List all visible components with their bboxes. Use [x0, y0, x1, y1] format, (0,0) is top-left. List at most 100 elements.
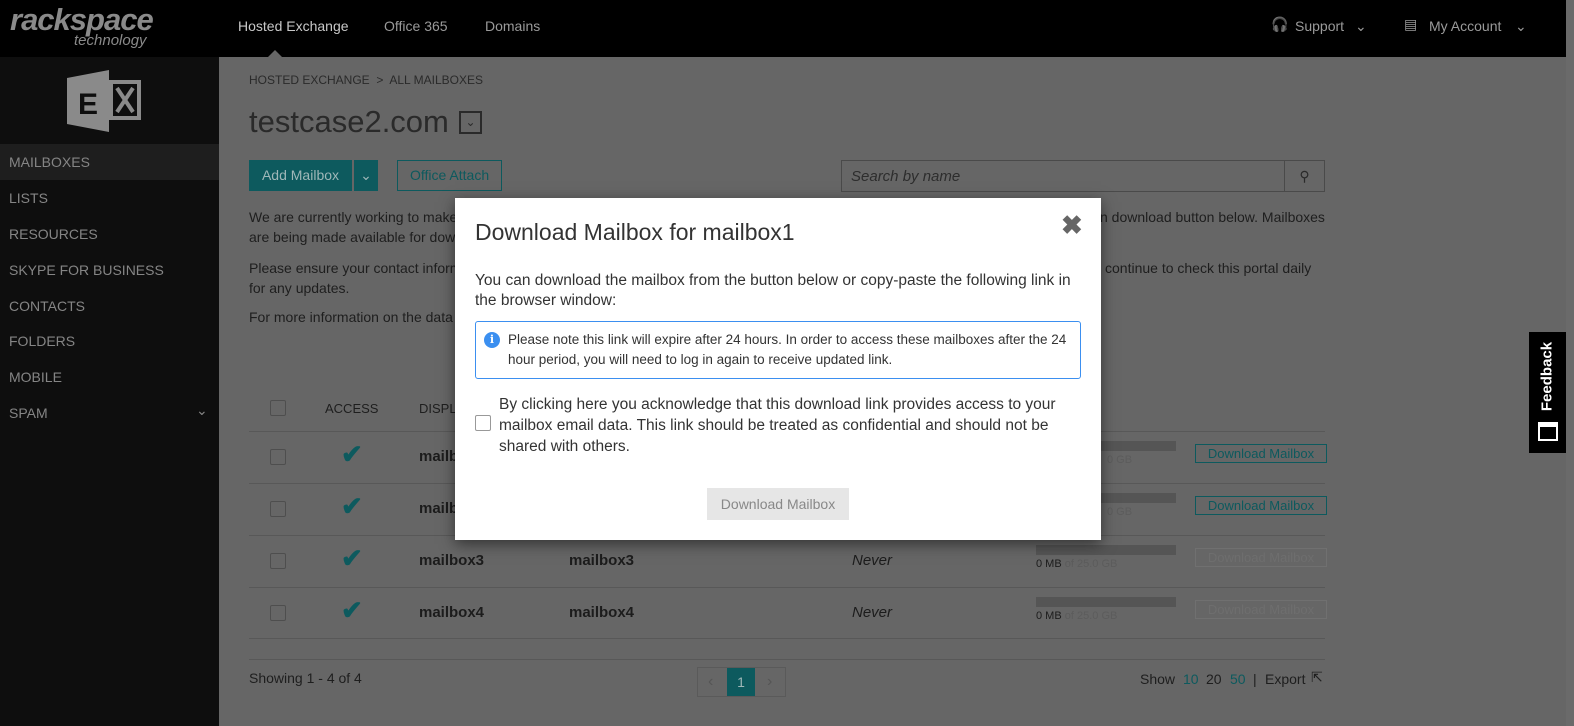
row-divider: [249, 587, 1325, 588]
usage-text: 0 MB of 25.0 GB: [1036, 558, 1117, 570]
next-page-icon[interactable]: ›: [767, 673, 772, 691]
show-label: Show: [1140, 671, 1176, 687]
add-mailbox-dropdown[interactable]: ⌄: [354, 160, 378, 191]
page-1[interactable]: 1: [727, 668, 755, 696]
last-login: Never: [852, 552, 893, 569]
close-icon[interactable]: ✖: [1061, 210, 1083, 241]
logo-sub: technology: [74, 32, 147, 49]
page-title: testcase2.com: [249, 104, 449, 139]
account-menu[interactable]: My Account: [1429, 18, 1501, 34]
sidebar-item-lists[interactable]: LISTS: [0, 180, 219, 216]
office-attach-button[interactable]: Office Attach: [397, 160, 503, 191]
modal-title: Download Mailbox for mailbox1: [475, 219, 795, 245]
row-checkbox[interactable]: [270, 449, 286, 465]
feedback-label: Feedback: [1538, 341, 1556, 412]
row-checkbox[interactable]: [270, 553, 286, 569]
mailbox-name[interactable]: mailbox4: [419, 604, 484, 621]
page-size-50[interactable]: 50: [1230, 671, 1246, 687]
export-icon[interactable]: ⇱: [1311, 669, 1323, 686]
feedback-icon: [1538, 422, 1558, 441]
usage-used: 0 MB: [1036, 610, 1062, 622]
divider: [249, 659, 1325, 660]
sidebar-item-mailboxes[interactable]: MAILBOXES: [0, 144, 219, 180]
check-icon: ✔: [341, 439, 363, 469]
column-header-access[interactable]: ACCESS: [325, 401, 378, 416]
pagination: ‹ 1 ›: [697, 667, 786, 697]
usage-quota: of 25.0 GB: [1061, 610, 1118, 622]
usage-text: 0 GB: [1107, 454, 1132, 466]
download-mailbox-row-button[interactable]: Download Mailbox: [1195, 600, 1327, 619]
svg-text:E: E: [78, 88, 98, 121]
search-icon[interactable]: ⚲: [1284, 161, 1324, 191]
check-icon: ✔: [341, 491, 363, 521]
nav-domains[interactable]: Domains: [485, 18, 540, 34]
download-mailbox-row-button[interactable]: Download Mailbox: [1195, 496, 1327, 515]
notice-text: We are currently working to make: [249, 209, 458, 225]
mailbox-name[interactable]: mailbox3: [419, 552, 484, 569]
row-divider: [249, 638, 1325, 639]
acknowledge-label[interactable]: By clicking here you acknowledge that th…: [499, 394, 1089, 457]
display-name: mailbox3: [569, 552, 635, 569]
download-mailbox-row-button[interactable]: Download Mailbox: [1195, 548, 1327, 567]
notice-text: for any updates.: [249, 280, 350, 296]
sidebar-item-contacts[interactable]: CONTACTS: [0, 288, 219, 324]
usage-bar: [1036, 597, 1176, 607]
mailbox-name[interactable]: mailb: [419, 500, 458, 517]
info-icon: i: [484, 332, 500, 348]
showing-count: Showing 1 - 4 of 4: [249, 670, 362, 686]
nav-hosted-exchange[interactable]: Hosted Exchange: [238, 18, 349, 34]
nav-office-365[interactable]: Office 365: [384, 18, 448, 34]
check-icon: ✔: [341, 543, 363, 573]
notice-text: Please ensure your contact inform: [249, 260, 462, 276]
select-all-checkbox[interactable]: [270, 400, 286, 416]
page-size-20[interactable]: 20: [1206, 671, 1222, 687]
prev-page-icon[interactable]: ‹: [708, 673, 713, 691]
mailbox-name[interactable]: mailb: [419, 448, 458, 465]
row-checkbox[interactable]: [270, 605, 286, 621]
search-input[interactable]: Search by name ⚲: [841, 160, 1325, 192]
notice-text: continue to check this portal daily: [1105, 260, 1312, 276]
download-mailbox-modal: Download Mailbox for mailbox1 ✖ You can …: [455, 198, 1101, 540]
usage-bar: [1036, 545, 1176, 555]
usage-text: 0 MB of 25.0 GB: [1036, 610, 1117, 622]
scrollbar[interactable]: [1566, 0, 1574, 726]
support-menu[interactable]: Support: [1295, 18, 1344, 34]
feedback-tab[interactable]: Feedback: [1529, 332, 1566, 453]
notice-text: are being made available for dow: [249, 229, 456, 245]
exchange-logo-icon: E: [67, 70, 141, 132]
chevron-down-icon[interactable]: ⌄: [1355, 18, 1367, 35]
notice-text: For more information on the data: [249, 309, 453, 325]
export-link[interactable]: Export: [1265, 671, 1305, 687]
check-icon: ✔: [341, 595, 363, 625]
account-card-icon: ▤: [1404, 16, 1418, 32]
row-checkbox[interactable]: [270, 501, 286, 517]
column-header-display[interactable]: DISPL: [419, 401, 457, 416]
sidebar-item-resources[interactable]: RESOURCES: [0, 216, 219, 252]
last-login: Never: [852, 604, 893, 621]
separator: |: [1253, 671, 1257, 687]
active-nav-caret: [268, 50, 282, 57]
sidebar-item-skype[interactable]: SKYPE FOR BUSINESS: [0, 252, 219, 288]
add-mailbox-button[interactable]: Add Mailbox: [249, 160, 352, 191]
sidebar-item-spam[interactable]: SPAM: [0, 395, 219, 431]
sidebar-item-folders[interactable]: FOLDERS: [0, 323, 219, 359]
breadcrumb: HOSTED EXCHANGE > ALL MAILBOXES: [249, 73, 483, 87]
usage-quota: 0 GB: [1107, 506, 1133, 518]
usage-text: 0 GB: [1107, 506, 1132, 518]
download-mailbox-row-button[interactable]: Download Mailbox: [1195, 444, 1327, 463]
notice-text: n download button below. Mailboxes: [1100, 209, 1325, 225]
chevron-down-icon[interactable]: ⌄: [196, 402, 208, 419]
acknowledge-checkbox[interactable]: [475, 415, 491, 431]
usage-quota: of 25.0 GB: [1061, 558, 1118, 570]
domain-dropdown[interactable]: ⌄: [459, 111, 482, 134]
download-mailbox-button[interactable]: Download Mailbox: [707, 488, 849, 520]
page-size-10[interactable]: 10: [1183, 671, 1199, 687]
display-name: mailbox4: [569, 604, 635, 621]
modal-description: You can download the mailbox from the bu…: [475, 272, 1071, 309]
chevron-down-icon[interactable]: ⌄: [1515, 18, 1527, 35]
sidebar-item-mobile[interactable]: MOBILE: [0, 359, 219, 395]
top-bar: rackspace technology Hosted Exchange Off…: [0, 0, 1566, 57]
usage-quota: 0 GB: [1107, 454, 1133, 466]
info-text: Please note this link will expire after …: [508, 332, 1067, 367]
usage-used: 0 MB: [1036, 558, 1062, 570]
